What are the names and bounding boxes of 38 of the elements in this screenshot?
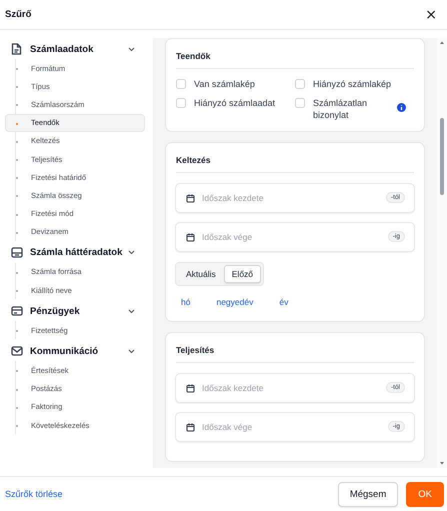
tray-icon	[11, 247, 23, 258]
section-title: Teljesítés	[175, 345, 216, 357]
document-icon	[11, 43, 22, 55]
calendar-icon	[186, 232, 195, 242]
checkbox-label[interactable]: Van számlakép	[194, 78, 255, 90]
calendar-icon	[186, 194, 195, 202]
card-icon	[11, 306, 23, 316]
checkbox[interactable]	[176, 79, 186, 89]
period-link[interactable]: hó	[181, 297, 190, 307]
group-title[interactable]: Számlaadatok	[30, 44, 128, 54]
calendar-icon	[186, 422, 195, 432]
checkbox[interactable]	[295, 98, 305, 108]
group-title[interactable]: Pénzügyek	[30, 306, 128, 317]
checkbox-label[interactable]: Hiányzó számlaadat	[194, 97, 276, 109]
calendar-icon	[186, 384, 195, 392]
section-title: Teendők	[175, 51, 212, 63]
dialog-title: Szűrő	[5, 9, 32, 20]
segment-tab[interactable]: Aktuális	[178, 265, 224, 283]
close-button[interactable]: ×	[423, 6, 439, 22]
period-link[interactable]: év	[279, 297, 288, 307]
info-icon[interactable]	[397, 103, 406, 112]
clear-filters-link[interactable]: Szűrők törlése	[5, 489, 338, 499]
period-link[interactable]: negyedév	[216, 297, 254, 307]
checkbox-label[interactable]: Hiányzó számlakép	[313, 78, 392, 90]
section-title: Keltezés	[175, 155, 212, 167]
group-title[interactable]: Számla háttéradatok	[30, 247, 128, 258]
scrollbar[interactable]	[437, 38, 447, 468]
chevron-icon[interactable]	[128, 46, 135, 52]
chevron-icon[interactable]	[128, 250, 135, 256]
envelope-icon	[11, 346, 23, 356]
chevron-icon[interactable]	[128, 348, 135, 354]
checkbox-label[interactable]: Számlázatlan bizonylat	[313, 97, 375, 121]
segment-tab[interactable]: Előző	[224, 265, 262, 283]
cancel-button[interactable]: Mégsem	[338, 482, 398, 506]
checkbox[interactable]	[176, 98, 186, 108]
chevron-icon[interactable]	[128, 308, 135, 314]
group-title[interactable]: Kommunikáció	[30, 346, 128, 357]
checkbox[interactable]	[295, 79, 305, 89]
